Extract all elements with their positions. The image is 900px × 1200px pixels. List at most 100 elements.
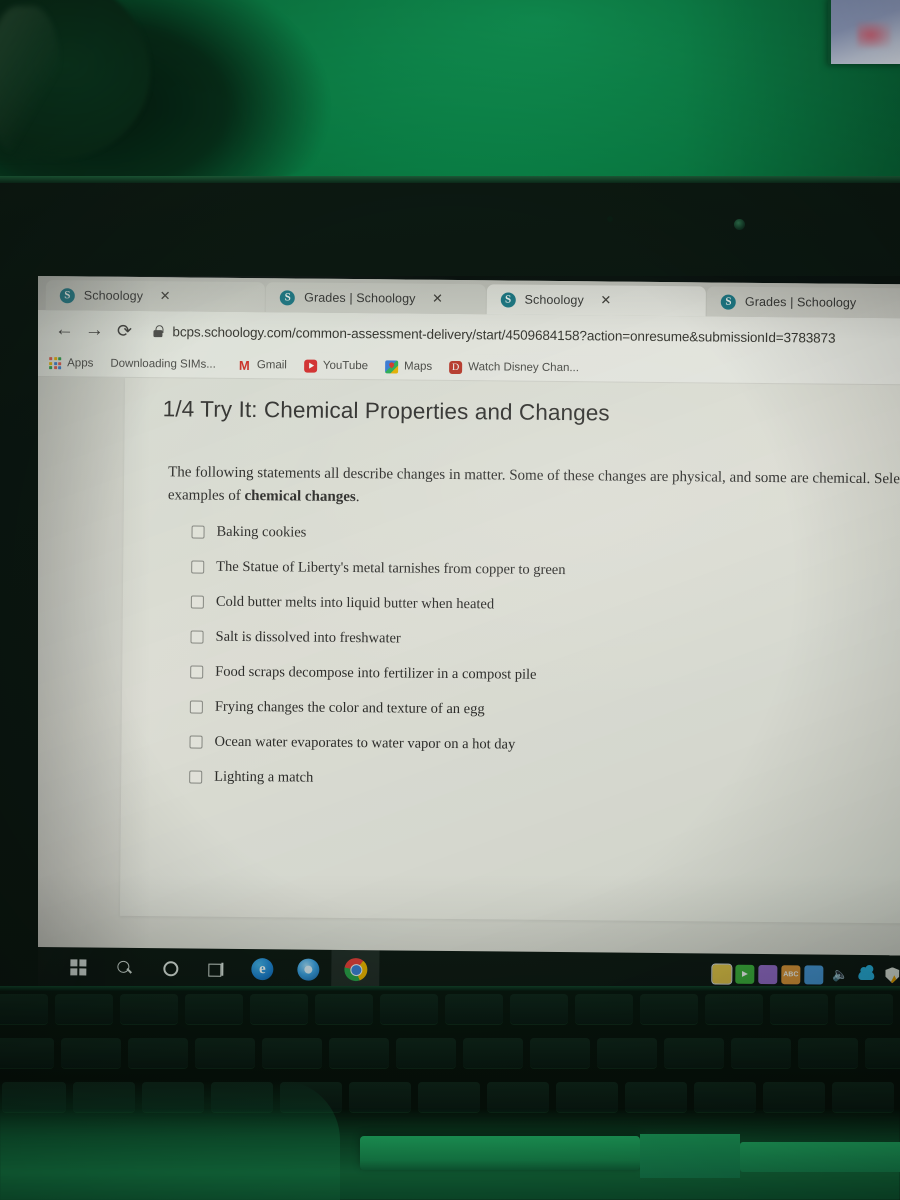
bookmark-label: Watch Disney Chan... [468, 361, 580, 375]
youtube-icon [303, 359, 317, 373]
hinge-bar-segment [640, 1134, 740, 1178]
bookmark-watch-disney[interactable]: D Watch Disney Chan... [449, 360, 579, 374]
lock-icon [151, 325, 164, 338]
close-icon[interactable]: ✕ [429, 291, 445, 307]
browser-tab-3-active[interactable]: S Schoology ✕ [486, 284, 707, 317]
cortana-circle-icon [162, 960, 178, 976]
schoology-icon: S [59, 287, 75, 303]
onedrive-icon[interactable] [853, 962, 879, 988]
chromium-button[interactable] [285, 949, 331, 988]
laptop-keyboard-deck [0, 986, 900, 1200]
apps-grid-icon [49, 357, 62, 370]
option-row[interactable]: Lighting a match [189, 768, 889, 792]
close-icon[interactable]: ✕ [157, 288, 173, 304]
abc-app-icon[interactable]: ABC [781, 964, 801, 984]
bookmark-maps[interactable]: Maps [385, 359, 433, 373]
browser-tab-4[interactable]: S Grades | Schoology [706, 286, 900, 319]
question-prompt: The following statements all describe ch… [168, 461, 900, 514]
bookmark-label: Maps [404, 360, 433, 373]
laptop-top-edge [0, 176, 900, 183]
prompt-text-bold: chemical changes [244, 487, 356, 505]
tab-title: Schoology [83, 288, 144, 304]
browser-tab-1[interactable]: S Schoology ✕ [45, 280, 266, 313]
bookmark-label: Apps [67, 357, 94, 370]
deck-top-edge [0, 986, 900, 991]
bookmark-downloading-sims[interactable]: Downloading SIMs... [110, 358, 216, 371]
prompt-text-end: . [355, 488, 360, 505]
option-row[interactable]: Baking cookies [191, 523, 891, 547]
tab-title: Grades | Schoology [744, 294, 857, 310]
option-row[interactable]: Frying changes the color and texture of … [189, 698, 890, 722]
page-title: 1/4 Try It: Chemical Properties and Chan… [162, 396, 610, 426]
option-label: Frying changes the color and texture of … [214, 698, 485, 718]
close-icon[interactable]: ✕ [598, 292, 614, 308]
photo-of-laptop-screen: S Schoology ✕ S Grades | Schoology ✕ S S… [0, 0, 900, 1200]
checkbox-icon[interactable] [190, 630, 204, 644]
note-app-icon[interactable] [758, 964, 778, 984]
windows-taskbar: e ▶ ABC 🔈 [38, 946, 900, 988]
schoology-icon: S [500, 291, 516, 308]
option-row[interactable]: Food scraps decompose into fertilizer in… [190, 663, 890, 687]
edge-button[interactable]: e [239, 949, 285, 988]
search-button[interactable] [101, 948, 147, 988]
forward-icon[interactable]: → [79, 315, 109, 345]
bezel-indicator-dot [607, 216, 613, 222]
gmail-icon: M [238, 357, 250, 373]
chrome-icon [343, 957, 367, 981]
hinge-bar-center [360, 1136, 640, 1170]
checkbox-icon[interactable] [191, 560, 205, 574]
chrome-button-active[interactable] [331, 949, 380, 988]
background-poster [828, 0, 900, 64]
option-label: Ocean water evaporates to water vapor on… [214, 733, 516, 753]
laptop-screen: S Schoology ✕ S Grades | Schoology ✕ S S… [38, 276, 900, 988]
maps-icon [385, 359, 399, 373]
schoology-icon: S [280, 289, 296, 305]
start-button[interactable] [55, 947, 101, 987]
photo-app-icon[interactable] [804, 964, 824, 985]
volume-icon[interactable]: 🔈 [827, 962, 853, 988]
taskbar-left-group: e [38, 947, 380, 988]
address-bar[interactable]: bcps.schoology.com/common-assessment-del… [151, 317, 900, 352]
chrome-browser-window: S Schoology ✕ S Grades | Schoology ✕ S S… [38, 276, 900, 988]
option-row[interactable]: Salt is dissolved into freshwater [190, 628, 890, 652]
cortana-button[interactable] [147, 948, 193, 988]
checkbox-icon[interactable] [189, 700, 203, 714]
chromium-icon [297, 958, 320, 981]
options-list: Baking cookies The Statue of Liberty's m… [189, 523, 892, 810]
option-label: Baking cookies [216, 523, 307, 541]
bookmark-apps[interactable]: Apps [49, 357, 94, 370]
option-label: Cold butter melts into liquid butter whe… [215, 593, 495, 613]
checkbox-icon[interactable] [191, 525, 205, 539]
checkbox-icon[interactable] [189, 735, 203, 749]
option-row[interactable]: The Statue of Liberty's metal tarnishes … [191, 558, 891, 582]
bookmark-label: Downloading SIMs... [110, 357, 216, 371]
option-row[interactable]: Ocean water evaporates to water vapor on… [189, 733, 889, 757]
checkbox-icon[interactable] [190, 595, 204, 609]
bookmark-youtube[interactable]: YouTube [303, 359, 369, 373]
windows-logo-icon [70, 959, 87, 976]
bookmark-gmail[interactable]: M Gmail [238, 357, 287, 373]
system-tray: ▶ ABC 🔈 [711, 961, 900, 988]
checkbox-icon[interactable] [189, 770, 203, 784]
reload-icon[interactable]: ⟳ [109, 316, 139, 346]
webcam-icon [734, 219, 745, 230]
bookmark-label: YouTube [322, 359, 369, 373]
disney-icon: D [449, 360, 463, 374]
option-row[interactable]: Cold butter melts into liquid butter whe… [190, 593, 891, 617]
option-label: Salt is dissolved into freshwater [215, 628, 401, 647]
edge-icon: e [251, 958, 274, 981]
shoulder-highlight [0, 6, 60, 156]
option-label: The Statue of Liberty's metal tarnishes … [216, 558, 566, 579]
browser-tab-2[interactable]: S Grades | Schoology ✕ [266, 282, 486, 315]
checkbox-icon[interactable] [190, 665, 204, 679]
image-app-icon[interactable] [711, 962, 733, 985]
tab-title: Schoology [524, 292, 584, 308]
url-text: bcps.schoology.com/common-assessment-del… [172, 323, 836, 346]
shield-warning-icon[interactable] [879, 962, 900, 988]
option-label: Food scraps decompose into fertilizer in… [215, 663, 537, 683]
bookmark-label: Gmail [256, 359, 287, 372]
task-view-button[interactable] [193, 949, 239, 988]
play-app-icon[interactable]: ▶ [735, 964, 755, 984]
schoology-icon: S [720, 294, 737, 310]
back-icon[interactable]: ← [49, 315, 79, 345]
